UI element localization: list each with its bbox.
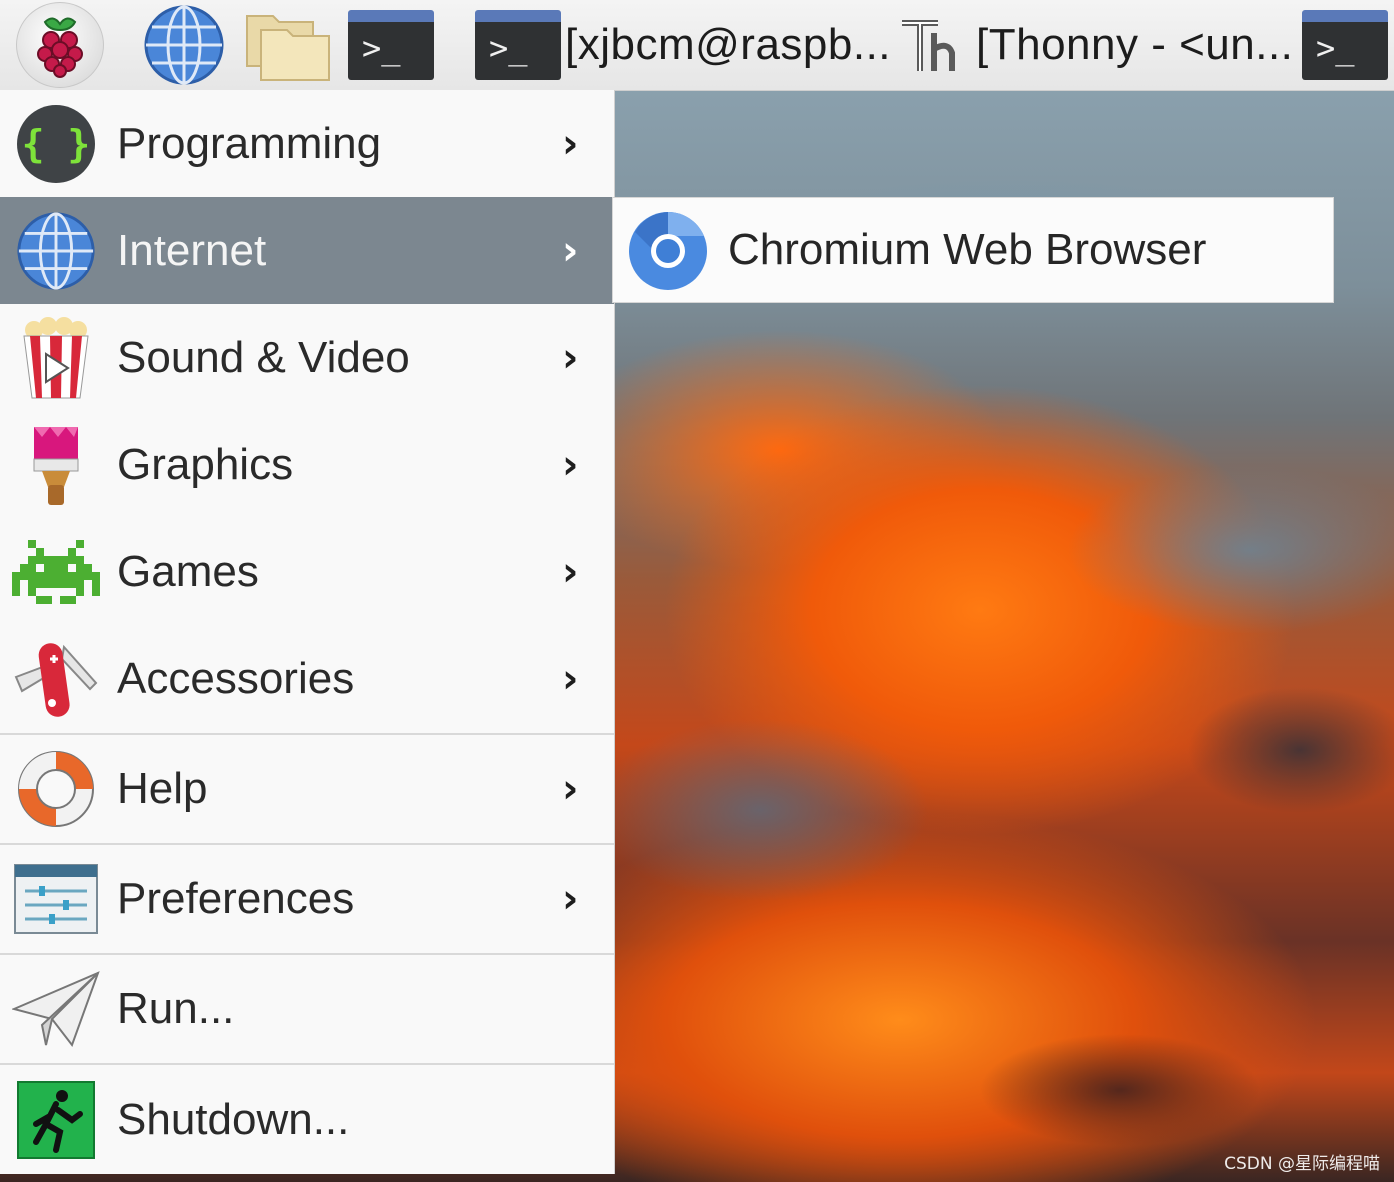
- menu-item-shutdown[interactable]: Shutdown...: [0, 1063, 614, 1174]
- menu-item-label: Shutdown...: [117, 1094, 350, 1144]
- task-label: [xjbcm@raspb...: [565, 20, 892, 69]
- menu-item-label: Games: [117, 546, 259, 596]
- task-terminal-window[interactable]: >_ [xjbcm@raspb...: [475, 6, 891, 84]
- menu-item-label: Sound & Video: [117, 332, 410, 382]
- menu-item-label: Help: [117, 764, 208, 813]
- launcher-file-manager[interactable]: [243, 6, 333, 84]
- task-terminal-window-2[interactable]: >_: [1302, 6, 1388, 84]
- menu-item-help[interactable]: Help ›: [0, 733, 614, 843]
- menu-item-label: Programming: [117, 118, 382, 168]
- settings-sliders-icon: [12, 855, 100, 943]
- application-menu: { } Programming › Internet › Sound & Vid…: [0, 90, 615, 1174]
- globe-icon: [12, 207, 100, 295]
- watermark: CSDN @星际编程喵: [1224, 1154, 1380, 1174]
- chevron-right-icon: ›: [562, 548, 579, 595]
- lifebuoy-icon: [12, 745, 100, 833]
- menu-item-internet[interactable]: Internet ›: [0, 197, 614, 304]
- launcher-web-browser[interactable]: [140, 5, 228, 85]
- code-braces-icon: { }: [12, 100, 100, 188]
- chevron-right-icon: ›: [562, 334, 579, 381]
- thonny-icon: [902, 20, 955, 71]
- chevron-right-icon: ›: [562, 227, 579, 274]
- submenu-item-chromium[interactable]: Chromium Web Browser: [613, 198, 1333, 302]
- menu-item-label: Accessories: [117, 654, 355, 703]
- submenu-item-label: Chromium Web Browser: [728, 225, 1207, 274]
- main-menu-button[interactable]: [16, 2, 104, 88]
- space-invader-icon: [12, 528, 100, 616]
- raspberry-pi-icon: [37, 17, 83, 78]
- globe-icon: [144, 5, 224, 85]
- task-thonny-window[interactable]: [Thonny - <un...: [898, 6, 1293, 84]
- menu-item-label: Run...: [117, 984, 235, 1033]
- terminal-icon: >_: [475, 10, 561, 80]
- menu-item-sound-video[interactable]: Sound & Video ›: [0, 304, 614, 411]
- menu-item-graphics[interactable]: Graphics ›: [0, 411, 614, 518]
- taskbar: >_ >_ [xjbcm@raspb... [Thonny - <un... >…: [0, 0, 1394, 91]
- menu-item-games[interactable]: Games ›: [0, 518, 614, 625]
- menu-item-label: Internet: [117, 225, 267, 275]
- chevron-right-icon: ›: [562, 876, 579, 922]
- chevron-right-icon: ›: [562, 441, 579, 488]
- chromium-icon: [629, 212, 707, 290]
- chevron-right-icon: ›: [562, 766, 579, 812]
- chevron-right-icon: ›: [562, 120, 579, 167]
- menu-item-programming[interactable]: { } Programming ›: [0, 90, 614, 197]
- menu-item-run[interactable]: Run...: [0, 953, 614, 1063]
- exit-running-man-icon: [12, 1076, 100, 1164]
- launcher-terminal[interactable]: >_: [348, 6, 434, 84]
- popcorn-play-icon: [12, 314, 100, 402]
- menu-item-preferences[interactable]: Preferences ›: [0, 843, 614, 953]
- swiss-army-knife-icon: [12, 635, 100, 723]
- svg-text:{ }: { }: [22, 122, 91, 166]
- task-label: [Thonny - <un...: [976, 20, 1294, 69]
- folder-icon: [246, 15, 330, 81]
- chevron-right-icon: ›: [562, 656, 579, 702]
- paint-brush-icon: [12, 421, 100, 509]
- menu-item-label: Preferences: [117, 874, 355, 923]
- terminal-icon: >_: [348, 10, 434, 80]
- terminal-icon: >_: [1302, 10, 1388, 80]
- menu-item-label: Graphics: [117, 439, 294, 489]
- internet-submenu: Chromium Web Browser: [612, 197, 1334, 303]
- menu-item-accessories[interactable]: Accessories ›: [0, 625, 614, 733]
- paper-plane-icon: [12, 965, 100, 1053]
